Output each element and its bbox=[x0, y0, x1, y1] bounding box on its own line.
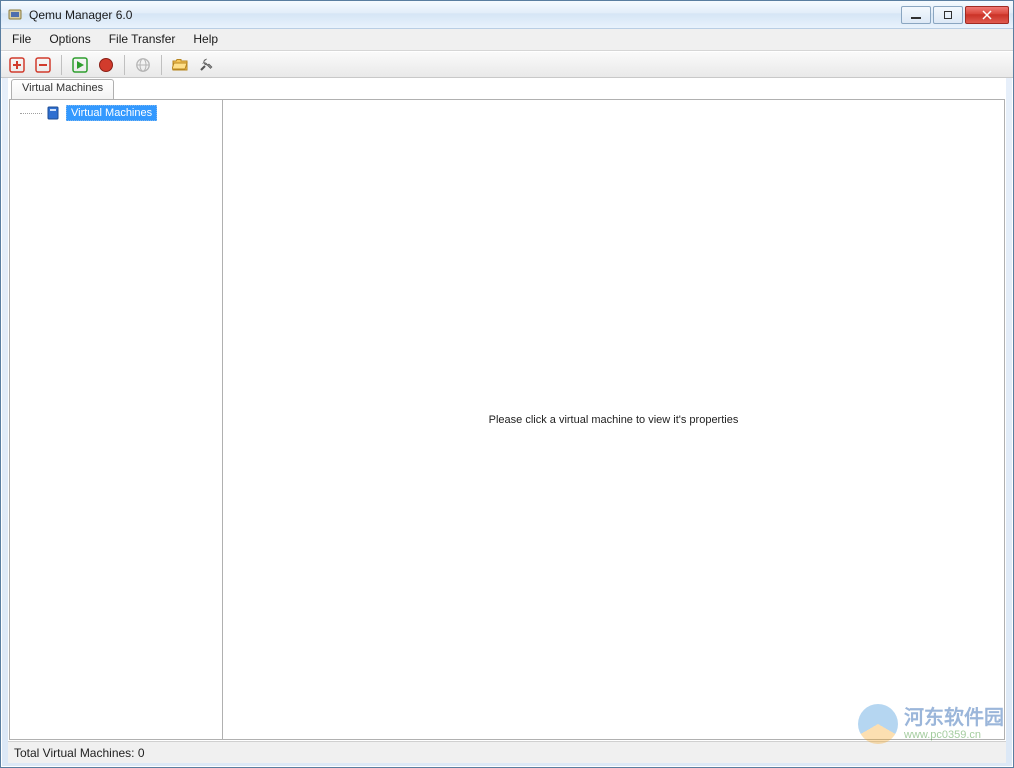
statusbar-text: Total Virtual Machines: 0 bbox=[14, 746, 145, 760]
tree-root-label: Virtual Machines bbox=[66, 105, 157, 121]
tools-button[interactable] bbox=[196, 55, 216, 75]
start-vm-button[interactable] bbox=[70, 55, 90, 75]
window-title: Qemu Manager 6.0 bbox=[29, 8, 899, 22]
network-button[interactable] bbox=[133, 55, 153, 75]
detail-pane: Please click a virtual machine to view i… bbox=[223, 100, 1004, 739]
titlebar: Qemu Manager 6.0 bbox=[1, 1, 1013, 29]
minimize-button[interactable] bbox=[901, 6, 931, 24]
menu-options[interactable]: Options bbox=[40, 29, 99, 50]
app-icon bbox=[7, 7, 23, 23]
stop-vm-button[interactable] bbox=[96, 55, 116, 75]
tabstrip: Virtual Machines bbox=[9, 79, 1005, 99]
maximize-button[interactable] bbox=[933, 6, 963, 24]
toolbar-separator bbox=[124, 55, 125, 75]
toolbar-separator bbox=[61, 55, 62, 75]
menu-file-transfer[interactable]: File Transfer bbox=[100, 29, 185, 50]
tree-root-item[interactable]: Virtual Machines bbox=[14, 104, 222, 122]
folder-icon bbox=[46, 105, 62, 121]
menu-help[interactable]: Help bbox=[184, 29, 227, 50]
main-area: Virtual Machines Please click a virtual … bbox=[9, 99, 1005, 740]
toolbar bbox=[1, 51, 1013, 78]
statusbar: Total Virtual Machines: 0 bbox=[8, 741, 1006, 763]
menu-file[interactable]: File bbox=[3, 29, 40, 50]
detail-placeholder-text: Please click a virtual machine to view i… bbox=[489, 414, 739, 426]
tree-connector-icon bbox=[14, 104, 42, 122]
close-button[interactable] bbox=[965, 6, 1009, 24]
remove-vm-button[interactable] bbox=[33, 55, 53, 75]
tab-virtual-machines[interactable]: Virtual Machines bbox=[11, 79, 114, 99]
tree-pane[interactable]: Virtual Machines bbox=[10, 100, 223, 739]
add-vm-button[interactable] bbox=[7, 55, 27, 75]
open-folder-button[interactable] bbox=[170, 55, 190, 75]
toolbar-separator bbox=[161, 55, 162, 75]
menubar: File Options File Transfer Help bbox=[1, 29, 1013, 51]
